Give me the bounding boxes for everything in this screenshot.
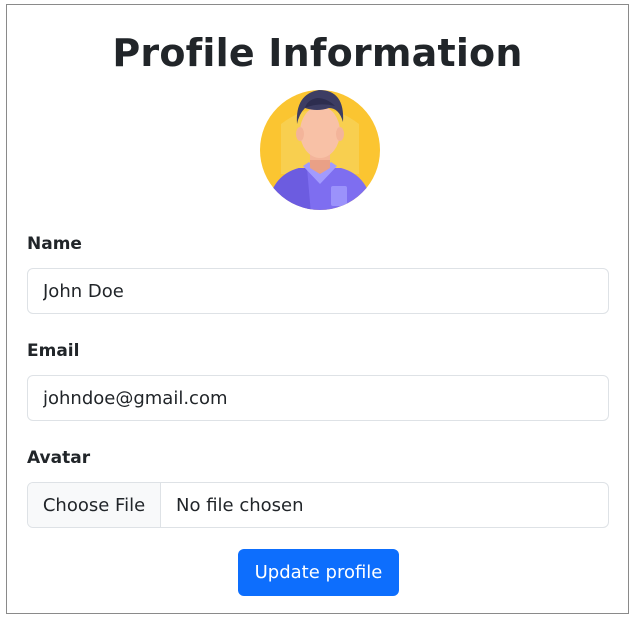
user-avatar-icon xyxy=(259,84,381,212)
choose-file-button[interactable]: Choose File xyxy=(28,483,161,527)
page-title: Profile Information xyxy=(112,31,523,75)
name-input[interactable] xyxy=(27,268,609,314)
file-status-text: No file chosen xyxy=(176,494,304,516)
email-label: Email xyxy=(27,341,80,361)
update-profile-button[interactable]: Update profile xyxy=(238,549,399,596)
email-input[interactable] xyxy=(27,375,609,421)
name-label: Name xyxy=(27,234,82,254)
avatar-label: Avatar xyxy=(27,448,91,468)
avatar-file-input[interactable]: Choose File No file chosen xyxy=(27,482,609,528)
profile-card: Profile Information Name John Doe Email … xyxy=(6,4,629,614)
